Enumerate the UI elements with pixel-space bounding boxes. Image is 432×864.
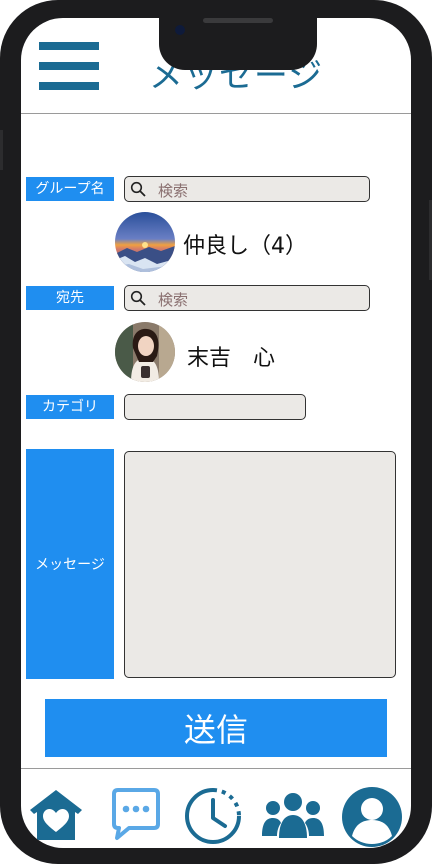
category-label: カテゴリ xyxy=(26,395,114,419)
group-search-input[interactable]: 検索 xyxy=(124,176,370,202)
screen: メッセージ グループ名 検索 仲良し（4） 宛先 検索 末吉 心 カテゴリ メッ… xyxy=(21,18,411,848)
send-button[interactable]: 送信 xyxy=(45,699,387,757)
category-input[interactable] xyxy=(124,394,306,420)
search-icon xyxy=(130,290,146,306)
recipient-search-placeholder: 検索 xyxy=(158,291,189,309)
group-search-placeholder: 検索 xyxy=(158,182,189,200)
message-label: メッセージ xyxy=(26,449,114,679)
speaker xyxy=(203,18,273,23)
selected-group-name: 仲良し（4） xyxy=(183,234,307,259)
recipient-search-input[interactable]: 検索 xyxy=(124,285,370,311)
home-heart-icon[interactable] xyxy=(27,786,85,844)
group-name-label: グループ名 xyxy=(26,177,114,201)
clock-icon[interactable] xyxy=(183,786,243,846)
mountain-sunset-image xyxy=(115,212,175,272)
recipient-avatar[interactable] xyxy=(115,322,175,382)
phone-frame: メッセージ グループ名 検索 仲良し（4） 宛先 検索 末吉 心 カテゴリ メッ… xyxy=(0,0,432,864)
group-icon[interactable] xyxy=(261,790,325,842)
person-photo xyxy=(115,322,175,382)
selected-recipient-name: 末吉 心 xyxy=(187,346,276,371)
user-profile-icon[interactable] xyxy=(341,786,403,848)
chat-icon[interactable] xyxy=(109,786,163,844)
side-button xyxy=(0,130,3,170)
message-textarea[interactable] xyxy=(124,451,396,678)
search-icon xyxy=(130,181,146,197)
hamburger-menu-icon[interactable] xyxy=(39,42,99,90)
notch xyxy=(159,18,317,70)
header-divider xyxy=(21,113,411,114)
front-camera xyxy=(175,25,185,35)
group-avatar[interactable] xyxy=(115,212,175,272)
recipient-label: 宛先 xyxy=(26,286,114,310)
tab-bar-divider xyxy=(21,768,411,769)
